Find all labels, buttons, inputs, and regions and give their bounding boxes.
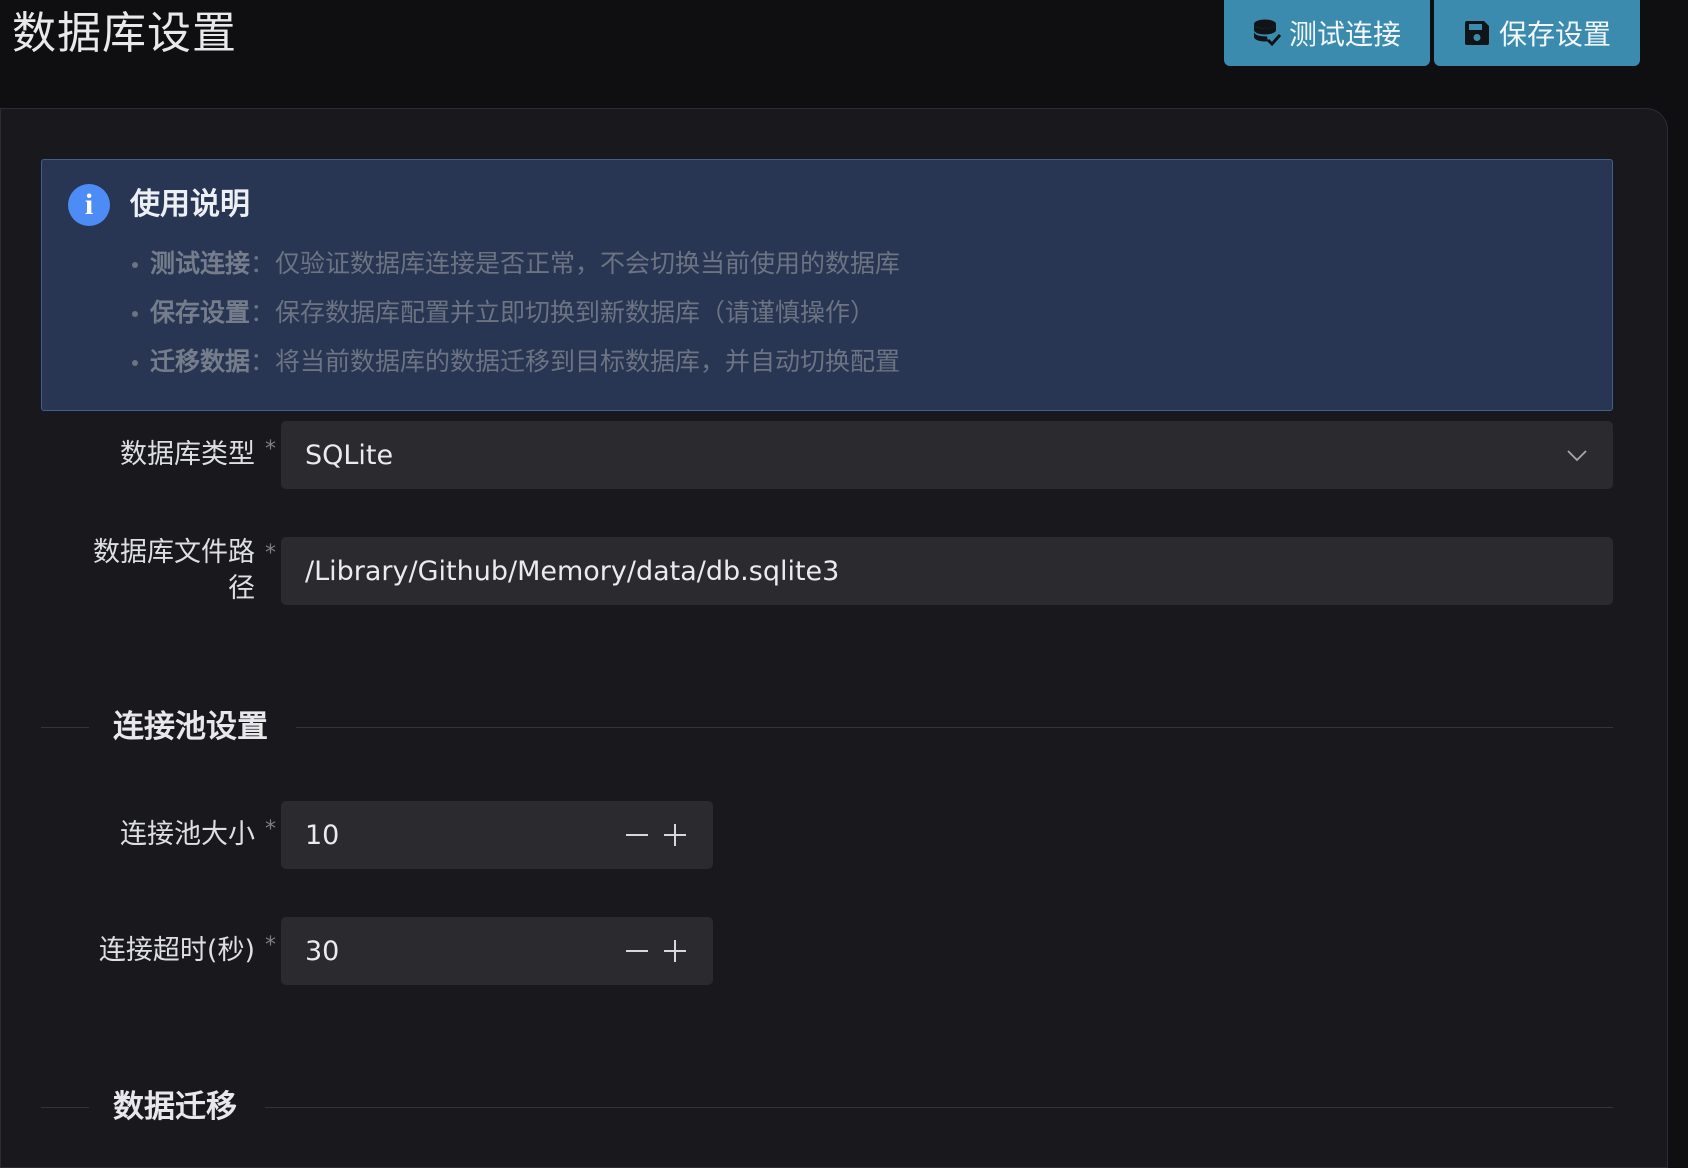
- db-type-label: 数据库类型: [120, 439, 255, 470]
- page-header: 数据库设置 测试连接 保存设置: [0, 0, 1688, 108]
- increment-button[interactable]: [661, 937, 689, 965]
- settings-card: i 使用说明 测试连接：仅验证数据库连接是否正常，不会切换当前使用的数据库 保存…: [0, 108, 1668, 1168]
- db-type-select[interactable]: SQLite: [281, 421, 1613, 489]
- pool-section-title: 连接池设置: [113, 709, 268, 745]
- decrement-button[interactable]: [623, 937, 651, 965]
- db-path-value: /Library/Github/Memory/data/db.sqlite3: [305, 555, 840, 587]
- pool-size-row: 连接池大小 * 10: [41, 801, 1613, 869]
- alert-title: 使用说明: [130, 187, 250, 222]
- pool-size-stepper[interactable]: 10: [281, 801, 713, 869]
- floppy-disk-icon: [1464, 21, 1489, 45]
- save-settings-button[interactable]: 保存设置: [1434, 0, 1640, 66]
- migration-section-divider: 数据迁移: [41, 1087, 1613, 1127]
- test-connection-label: 测试连接: [1288, 18, 1401, 51]
- timeout-label: 连接超时(秒): [98, 935, 255, 966]
- required-mark: *: [265, 933, 276, 958]
- required-mark: *: [265, 437, 276, 462]
- required-mark: *: [265, 817, 276, 842]
- db-type-value: SQLite: [305, 439, 394, 471]
- timeout-stepper[interactable]: 30: [281, 917, 713, 985]
- test-connection-button[interactable]: 测试连接: [1224, 0, 1430, 66]
- page-title: 数据库设置: [12, 8, 237, 59]
- db-path-input[interactable]: /Library/Github/Memory/data/db.sqlite3: [281, 537, 1613, 605]
- minus-icon: [626, 834, 648, 836]
- timeout-row: 连接超时(秒) * 30: [41, 917, 1613, 985]
- plus-icon: [664, 824, 686, 846]
- db-path-row: 数据库文件路 径 * /Library/Github/Memory/data/d…: [41, 537, 1613, 617]
- required-mark: *: [265, 541, 276, 566]
- pool-size-label: 连接池大小: [120, 819, 255, 850]
- decrement-button[interactable]: [623, 821, 651, 849]
- alert-list: 测试连接：仅验证数据库连接是否正常，不会切换当前使用的数据库 保存设置：保存数据…: [130, 240, 900, 387]
- list-item: 保存设置：保存数据库配置并立即切换到新数据库（请谨慎操作）: [130, 289, 900, 338]
- increment-button[interactable]: [661, 821, 689, 849]
- pool-section-divider: 连接池设置: [41, 707, 1613, 747]
- db-path-label: 数据库文件路 径: [93, 537, 255, 604]
- save-settings-label: 保存设置: [1498, 18, 1611, 51]
- pool-size-value: 10: [305, 819, 340, 851]
- db-type-row: 数据库类型 * SQLite: [41, 421, 1613, 489]
- chevron-down-icon: [1567, 450, 1587, 462]
- timeout-value: 30: [305, 935, 340, 967]
- usage-info-alert: i 使用说明 测试连接：仅验证数据库连接是否正常，不会切换当前使用的数据库 保存…: [41, 159, 1613, 411]
- database-check-icon: [1253, 19, 1281, 47]
- migration-section-title: 数据迁移: [113, 1089, 237, 1125]
- plus-icon: [664, 940, 686, 962]
- list-item: 测试连接：仅验证数据库连接是否正常，不会切换当前使用的数据库: [130, 240, 900, 289]
- list-item: 迁移数据：将当前数据库的数据迁移到目标数据库，并自动切换配置: [130, 338, 900, 387]
- info-icon: i: [68, 184, 110, 226]
- minus-icon: [626, 950, 648, 952]
